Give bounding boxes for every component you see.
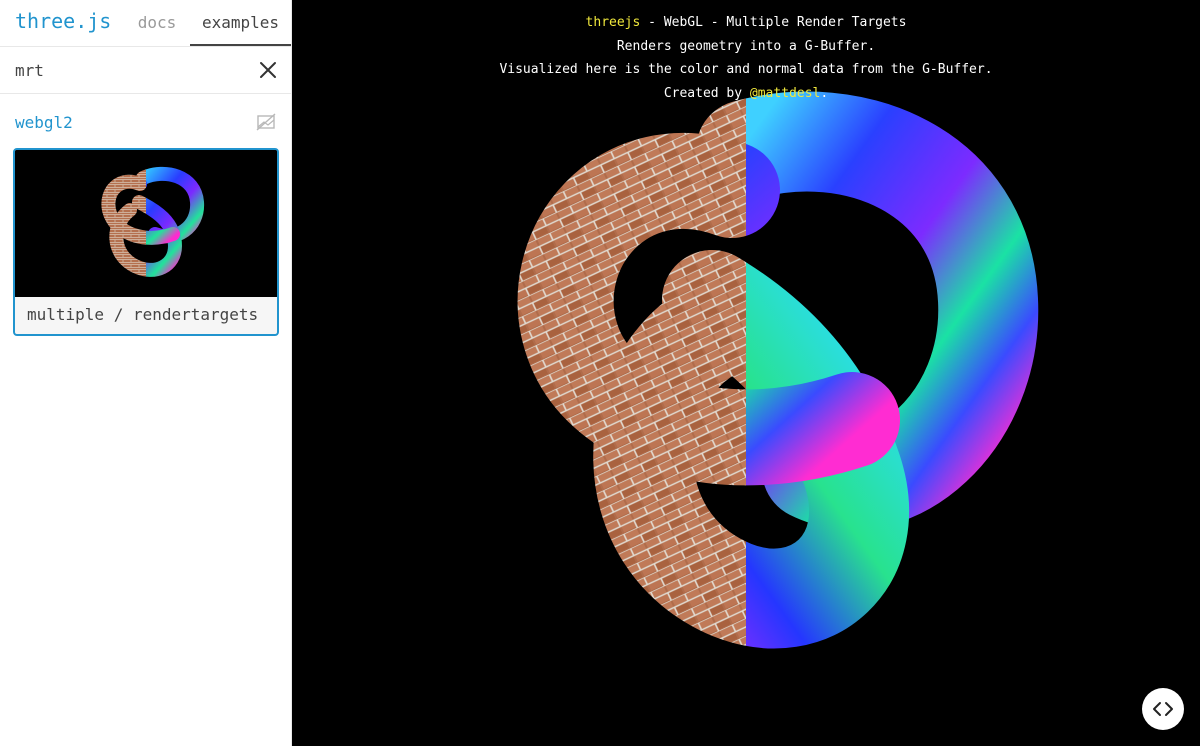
image-off-icon	[256, 113, 276, 131]
sidebar-panel: three.js docs examples webgl2	[0, 0, 292, 746]
info-line-description: Renders geometry into a G-Buffer.	[616, 38, 876, 54]
filter-row	[0, 47, 291, 94]
tab-examples[interactable]: examples	[190, 0, 291, 46]
logo-link[interactable]: three.js	[15, 9, 111, 33]
info-line-title: threejs - WebGL - Multiple Render Target…	[292, 11, 1200, 35]
author-link[interactable]: @mattdesl	[750, 86, 820, 101]
info-title-text: - WebGL - Multiple Render Targets	[640, 15, 907, 30]
sidebar-header: three.js docs examples	[0, 0, 291, 47]
example-thumbnail	[15, 150, 277, 297]
close-icon	[260, 62, 276, 78]
category-row: webgl2	[0, 94, 291, 148]
code-icon	[1153, 702, 1173, 716]
threejs-link[interactable]: threejs	[586, 15, 641, 30]
screenshots-toggle-button[interactable]	[256, 113, 276, 131]
credit-suffix: .	[820, 85, 829, 101]
credit-prefix: Created by	[663, 85, 750, 101]
info-overlay: threejs - WebGL - Multiple Render Target…	[292, 11, 1200, 105]
search-input[interactable]	[15, 57, 245, 83]
example-card-multiple-rendertargets[interactable]: multiple / rendertargets	[13, 148, 279, 336]
view-source-button[interactable]	[1142, 688, 1184, 730]
example-card-label: multiple / rendertargets	[27, 305, 259, 324]
info-line-credit: Created by @mattdesl.	[292, 82, 1200, 106]
clear-search-button[interactable]	[256, 58, 280, 82]
category-heading: webgl2	[15, 113, 73, 132]
knot-render-canvas	[517, 91, 1039, 649]
tab-docs[interactable]: docs	[124, 0, 190, 45]
info-line-visualized: Visualized here is the color and normal …	[499, 62, 993, 77]
render-viewport[interactable]: threejs - WebGL - Multiple Render Target…	[292, 0, 1200, 746]
